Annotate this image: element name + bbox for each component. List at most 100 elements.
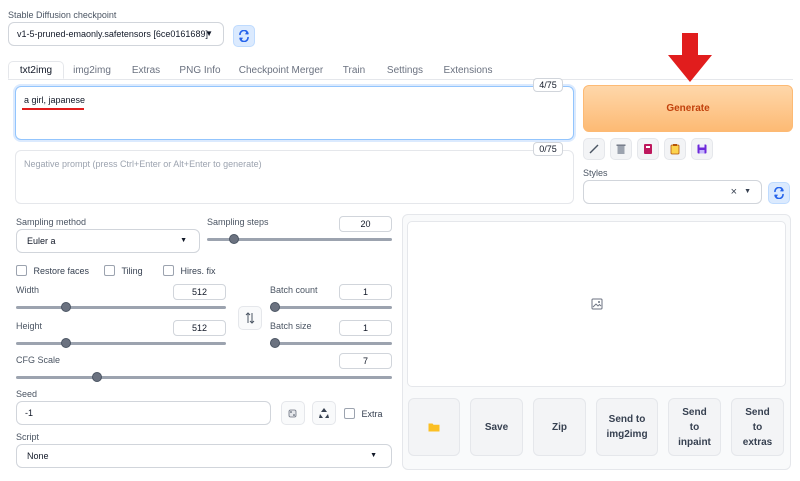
cfg-scale-label: CFG Scale	[16, 355, 61, 365]
restore-faces-label: Restore faces	[33, 265, 90, 276]
height-slider[interactable]	[16, 338, 226, 348]
batch-count-slider[interactable]	[270, 302, 392, 312]
batch-count-label: Batch count	[270, 285, 318, 295]
annotation-arrow-icon	[668, 33, 712, 82]
refresh-icon	[239, 30, 249, 42]
bookmark-icon	[644, 144, 652, 154]
prompt-token-counter: 4/75	[533, 78, 563, 92]
apply-styles-button[interactable]	[664, 138, 686, 160]
batch-size-slider[interactable]	[270, 338, 392, 348]
cfg-scale-slider[interactable]	[16, 372, 392, 382]
send-to-inpaint-button[interactable]: Send to inpaint	[668, 398, 721, 456]
sampling-steps-label: Sampling steps	[207, 217, 269, 227]
hires-fix-checkbox[interactable]: Hires. fix	[163, 265, 216, 277]
generate-button[interactable]: Generate	[583, 85, 793, 132]
folder-icon	[428, 423, 440, 432]
recycle-icon	[319, 408, 329, 418]
width-label: Width	[16, 285, 40, 295]
tab-png-info[interactable]: PNG Info	[174, 61, 226, 79]
tab-settings[interactable]: Settings	[380, 61, 430, 79]
tab-train[interactable]: Train	[336, 61, 372, 79]
floppy-disk-icon	[697, 144, 707, 154]
extra-seed-checkbox[interactable]: Extra	[344, 408, 383, 420]
tiling-checkbox[interactable]: Tiling	[104, 265, 143, 277]
reuse-seed-button[interactable]	[312, 401, 336, 425]
seed-input[interactable]: -1	[16, 401, 271, 425]
send-to-img2img-button[interactable]: Send to img2img	[596, 398, 658, 456]
checkpoint-dropdown[interactable]: v1-5-pruned-emaonly.safetensors [6ce0161…	[8, 22, 224, 46]
sampling-method-dropdown[interactable]: Euler a ▼	[16, 229, 200, 253]
checkbox-box[interactable]	[104, 265, 115, 277]
swap-arrows-icon	[245, 312, 255, 324]
extra-seed-label: Extra	[361, 408, 383, 419]
chevron-down-icon: ▼	[370, 452, 377, 459]
tab-img2img[interactable]: img2img	[66, 61, 118, 79]
negative-prompt-textarea[interactable]: Negative prompt (press Ctrl+Enter or Alt…	[15, 150, 574, 204]
checkbox-box[interactable]	[16, 265, 27, 277]
prompt-textarea[interactable]: a girl, japanese	[15, 86, 574, 140]
send-to-extras-line2: to	[752, 421, 763, 433]
extra-networks-button[interactable]	[637, 138, 659, 160]
send-to-img2img-line1: Send to	[608, 414, 646, 425]
chevron-down-icon: ▼	[744, 188, 751, 195]
seed-value: -1	[25, 408, 34, 418]
batch-count-input[interactable]: 1	[339, 284, 392, 300]
sampling-steps-slider[interactable]	[207, 234, 392, 244]
width-slider[interactable]	[16, 302, 226, 312]
tiling-label: Tiling	[121, 265, 143, 276]
checkbox-box[interactable]	[163, 265, 174, 277]
trash-icon	[616, 144, 626, 154]
sampling-method-value: Euler a	[27, 236, 56, 246]
seed-label: Seed	[16, 389, 38, 399]
prompt-text: a girl, japanese	[24, 95, 86, 105]
height-input[interactable]: 512	[173, 320, 226, 336]
checkpoint-label: Stable Diffusion checkpoint	[8, 10, 117, 20]
image-placeholder-icon	[591, 298, 603, 310]
slider-handle[interactable]	[92, 372, 102, 382]
slider-handle[interactable]	[270, 338, 280, 348]
script-value: None	[27, 451, 49, 461]
read-params-button[interactable]	[583, 138, 605, 160]
batch-size-input[interactable]: 1	[339, 320, 392, 336]
save-button[interactable]: Save	[470, 398, 523, 456]
slider-handle[interactable]	[229, 234, 239, 244]
tab-checkpoint-merger[interactable]: Checkpoint Merger	[234, 61, 328, 79]
image-gallery[interactable]	[407, 221, 786, 387]
send-to-inpaint-line2: to	[689, 421, 700, 433]
negative-prompt-placeholder: Negative prompt (press Ctrl+Enter or Alt…	[24, 159, 262, 169]
send-to-inpaint-line3: inpaint	[678, 436, 711, 448]
refresh-styles-button[interactable]	[768, 182, 790, 204]
sampling-steps-input[interactable]: 20	[339, 216, 392, 232]
height-label: Height	[16, 321, 43, 331]
restore-faces-checkbox[interactable]: Restore faces	[16, 265, 90, 277]
slider-handle[interactable]	[61, 302, 71, 312]
styles-dropdown[interactable]: × ▼	[583, 180, 762, 204]
slider-handle[interactable]	[270, 302, 280, 312]
swap-dimensions-button[interactable]	[238, 306, 262, 330]
open-folder-button[interactable]	[408, 398, 460, 456]
save-style-button[interactable]	[691, 138, 713, 160]
chevron-down-icon: ▼	[180, 237, 187, 244]
dice-icon	[288, 409, 297, 418]
refresh-icon	[774, 187, 784, 199]
annotation-underline	[22, 108, 84, 110]
tab-extras[interactable]: Extras	[124, 61, 168, 79]
tab-txt2img[interactable]: txt2img	[8, 61, 64, 79]
zip-button[interactable]: Zip	[533, 398, 586, 456]
cfg-scale-input[interactable]: 7	[339, 353, 392, 369]
sampling-method-label: Sampling method	[16, 217, 87, 227]
slider-handle[interactable]	[61, 338, 71, 348]
clear-prompt-button[interactable]	[610, 138, 632, 160]
refresh-checkpoint-button[interactable]	[233, 25, 255, 47]
hires-fix-label: Hires. fix	[180, 265, 216, 276]
clear-styles-icon[interactable]: ×	[731, 186, 737, 198]
send-to-extras-button[interactable]: Send to extras	[731, 398, 784, 456]
styles-label: Styles	[583, 168, 608, 178]
width-input[interactable]: 512	[173, 284, 226, 300]
script-dropdown[interactable]: None ▼	[16, 444, 392, 468]
negative-prompt-token-counter: 0/75	[533, 142, 563, 156]
tab-extensions[interactable]: Extensions	[438, 61, 498, 79]
random-seed-button[interactable]	[281, 401, 305, 425]
send-to-extras-line3: extras	[742, 436, 773, 448]
checkbox-box[interactable]	[344, 408, 355, 420]
